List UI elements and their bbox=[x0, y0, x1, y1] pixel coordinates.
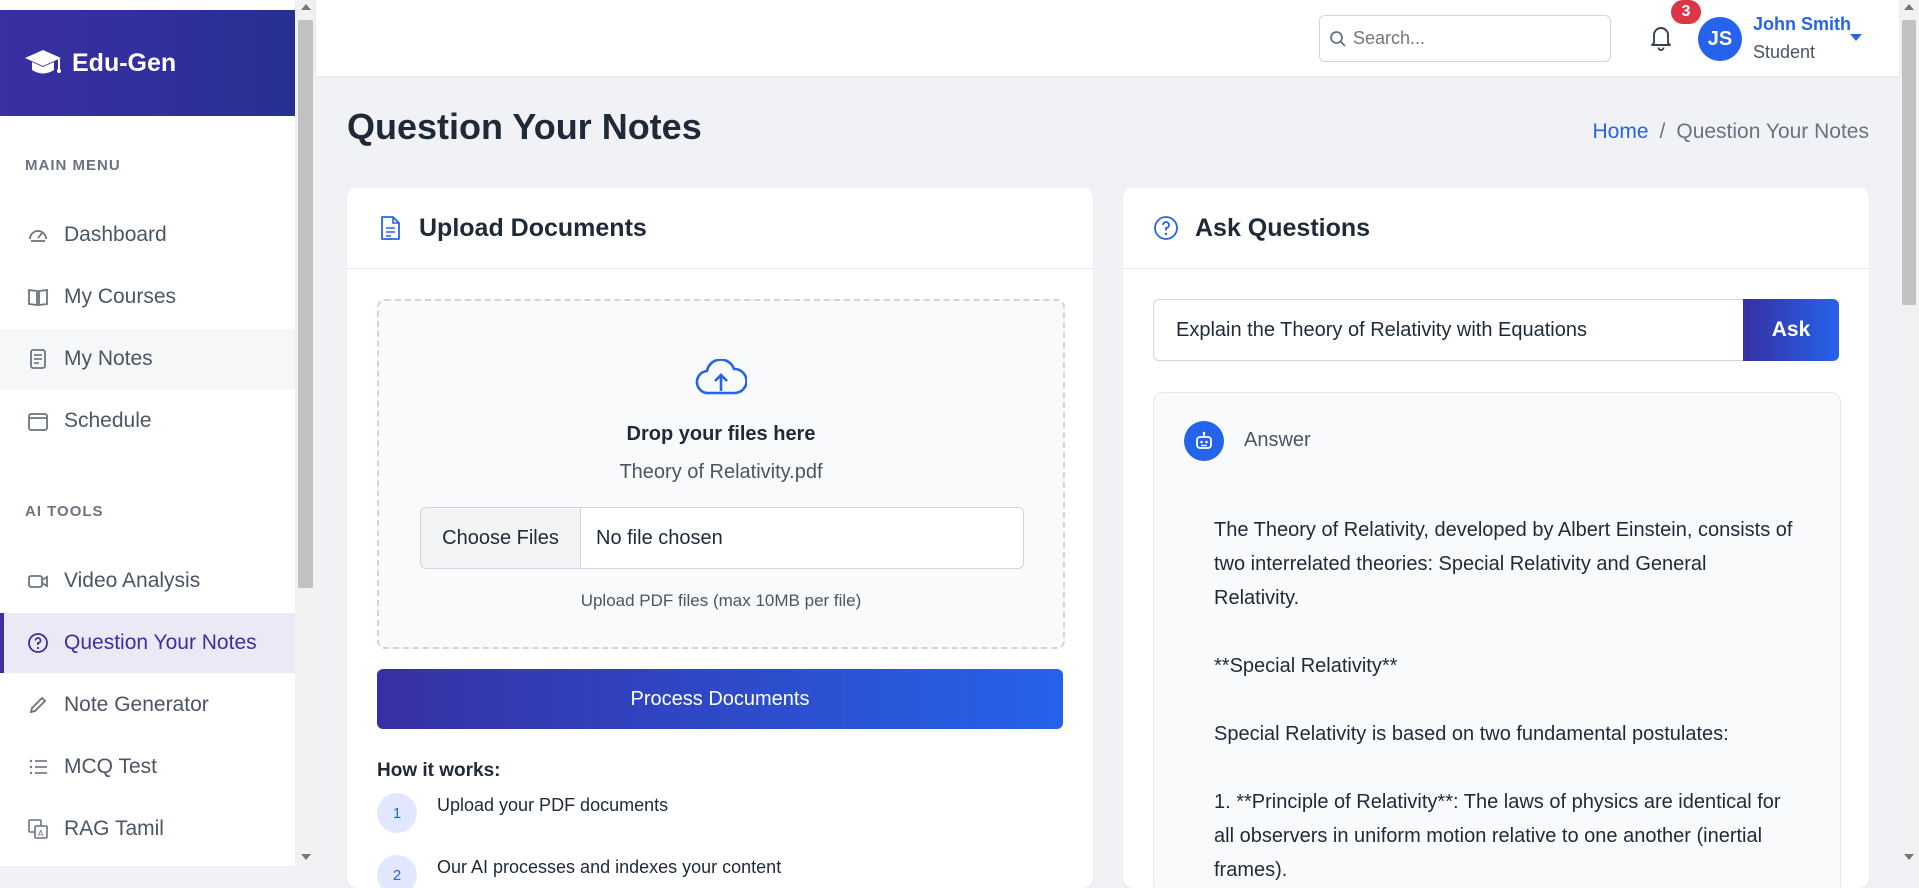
search-box[interactable] bbox=[1319, 15, 1611, 62]
breadcrumb-home-link[interactable]: Home bbox=[1592, 120, 1648, 144]
answer-paragraph: 1. **Principle of Relativity**: The laws… bbox=[1214, 791, 1781, 881]
sidebar-scrollbar[interactable] bbox=[295, 0, 316, 866]
page-title: Question Your Notes bbox=[347, 106, 702, 147]
upload-hint: Upload PDF files (max 10MB per file) bbox=[580, 591, 862, 610]
graduation-cap-icon bbox=[25, 50, 61, 74]
document-icon bbox=[377, 215, 403, 241]
sidebar-item-label: My Courses bbox=[64, 285, 177, 308]
scroll-down-arrow-icon[interactable] bbox=[301, 854, 311, 860]
user-role: Student bbox=[1753, 42, 1816, 62]
pencil-icon bbox=[26, 693, 50, 717]
upload-card-title: Upload Documents bbox=[419, 213, 647, 242]
sidebar-item-label: RAG Tamil bbox=[64, 817, 164, 840]
chevron-down-icon[interactable] bbox=[1850, 34, 1862, 41]
sidebar-item-label: Video Analysis bbox=[64, 569, 201, 592]
question-input-wrapper[interactable] bbox=[1153, 299, 1745, 361]
sidebar-item-label: My Notes bbox=[64, 347, 153, 370]
step-number-badge: 1 bbox=[377, 793, 417, 833]
answer-paragraph: Special Relativity is based on two funda… bbox=[1214, 723, 1729, 745]
sidebar-item-label: Note Generator bbox=[64, 693, 209, 716]
sidebar-item-label: Schedule bbox=[64, 409, 152, 432]
how-step: 1 Upload your PDF documents bbox=[377, 791, 668, 833]
question-circle-icon bbox=[1153, 215, 1179, 241]
avatar[interactable]: JS bbox=[1698, 17, 1742, 61]
step-text: Upload your PDF documents bbox=[437, 795, 669, 815]
sidebar-item-my-notes[interactable]: My Notes bbox=[0, 329, 295, 389]
file-drop-zone[interactable]: Drop your files here Theory of Relativit… bbox=[377, 299, 1065, 649]
upload-card-header: Upload Documents bbox=[347, 188, 1093, 269]
sidebar-item-schedule[interactable]: Schedule bbox=[0, 391, 295, 451]
answer-text: The Theory of Relativity, developed by A… bbox=[1214, 513, 1794, 888]
step-text: Our AI processes and indexes your conten… bbox=[437, 857, 782, 877]
user-name[interactable]: John Smith bbox=[1753, 14, 1851, 35]
sidebar-item-rag-tamil[interactable]: A RAG Tamil bbox=[0, 799, 295, 859]
sidebar-item-dashboard[interactable]: Dashboard bbox=[0, 205, 295, 265]
search-input[interactable] bbox=[1351, 27, 1595, 50]
cloud-upload-icon bbox=[695, 359, 747, 395]
page-scrollbar[interactable] bbox=[1899, 0, 1919, 866]
brand-header[interactable]: Edu-Gen bbox=[0, 10, 295, 116]
sidebar-item-video-analysis[interactable]: Video Analysis bbox=[0, 551, 295, 611]
how-step: 2 Our AI processes and indexes your cont… bbox=[377, 853, 781, 888]
upload-documents-card: Upload Documents Drop your files here Th… bbox=[347, 188, 1093, 888]
bell-icon[interactable] bbox=[1647, 22, 1675, 52]
calendar-icon bbox=[26, 409, 50, 433]
drop-files-text: Drop your files here bbox=[626, 423, 816, 445]
question-circle-icon bbox=[26, 631, 50, 655]
sidebar: Edu-Gen MAIN MENU Dashboard My Courses M… bbox=[0, 0, 295, 866]
sidebar-item-label: Question Your Notes bbox=[64, 631, 257, 654]
search-icon bbox=[1330, 30, 1346, 47]
ask-questions-card: Ask Questions Ask Answer The Theory of R… bbox=[1123, 188, 1869, 888]
ask-card-header: Ask Questions bbox=[1123, 188, 1869, 269]
book-icon bbox=[26, 285, 50, 309]
sidebar-item-note-generator[interactable]: Note Generator bbox=[0, 675, 295, 735]
step-number-badge: 2 bbox=[377, 855, 417, 888]
scrollbar-thumb[interactable] bbox=[1902, 20, 1916, 305]
sidebar-item-label: MCQ Test bbox=[64, 755, 157, 778]
robot-icon bbox=[1184, 421, 1224, 461]
scroll-down-arrow-icon[interactable] bbox=[1904, 854, 1914, 860]
selected-file-name: Theory of Relativity.pdf bbox=[619, 461, 823, 483]
main-menu-heading: MAIN MENU bbox=[25, 157, 121, 174]
translate-icon: A bbox=[26, 817, 50, 841]
ask-button[interactable]: Ask bbox=[1743, 299, 1839, 361]
notes-icon bbox=[26, 347, 50, 371]
process-documents-button[interactable]: Process Documents bbox=[377, 669, 1063, 729]
scroll-up-arrow-icon[interactable] bbox=[301, 4, 311, 10]
file-chosen-status: No file chosen bbox=[596, 526, 723, 549]
speedometer-icon bbox=[26, 223, 50, 247]
ask-card-title: Ask Questions bbox=[1195, 213, 1371, 242]
list-icon bbox=[26, 755, 50, 779]
ai-tools-heading: AI TOOLS bbox=[25, 503, 104, 520]
answer-paragraph: **Special Relativity** bbox=[1214, 655, 1398, 677]
file-input[interactable]: Choose Files No file chosen bbox=[420, 507, 1024, 569]
answer-label: Answer bbox=[1244, 429, 1311, 451]
notification-badge[interactable]: 3 bbox=[1671, 0, 1701, 24]
sidebar-item-label: Dashboard bbox=[64, 223, 167, 246]
scrollbar-thumb[interactable] bbox=[298, 20, 313, 588]
answer-panel: Answer The Theory of Relativity, develop… bbox=[1153, 392, 1841, 888]
video-icon bbox=[26, 569, 50, 593]
brand-name: Edu-Gen bbox=[72, 48, 177, 77]
sidebar-item-my-courses[interactable]: My Courses bbox=[0, 267, 295, 327]
breadcrumb-separator: / bbox=[1659, 120, 1666, 143]
question-input[interactable] bbox=[1174, 317, 1738, 343]
answer-paragraph: The Theory of Relativity, developed by A… bbox=[1214, 519, 1793, 609]
how-it-works-heading: How it works: bbox=[377, 760, 501, 781]
breadcrumb: Home / Question Your Notes bbox=[1592, 120, 1869, 144]
sidebar-item-mcq-test[interactable]: MCQ Test bbox=[0, 737, 295, 797]
svg-text:A: A bbox=[38, 829, 44, 838]
breadcrumb-current: Question Your Notes bbox=[1676, 120, 1869, 143]
sidebar-item-question-your-notes[interactable]: Question Your Notes bbox=[0, 613, 295, 673]
topbar: 3 JS John Smith Student bbox=[316, 0, 1899, 76]
scroll-up-arrow-icon[interactable] bbox=[1904, 4, 1914, 10]
choose-files-button[interactable]: Choose Files bbox=[421, 508, 581, 568]
